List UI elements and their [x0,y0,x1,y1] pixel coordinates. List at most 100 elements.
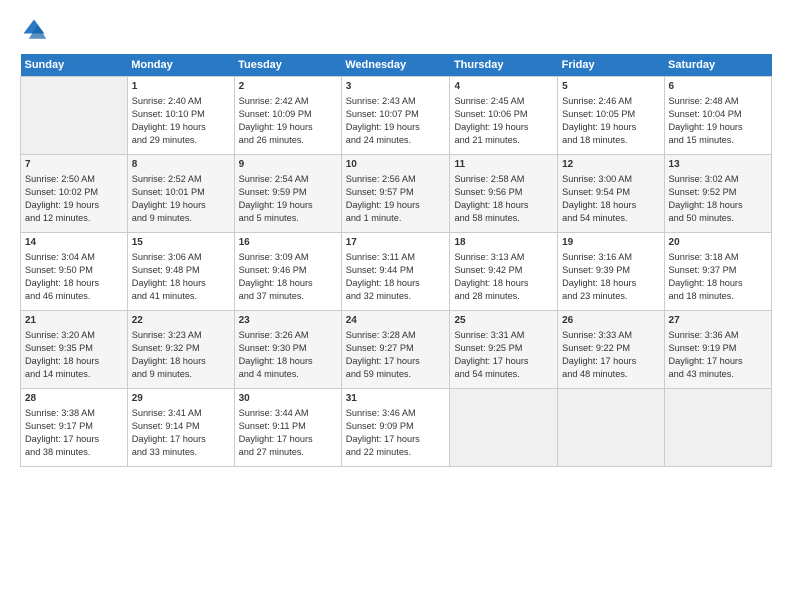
calendar-cell: 2Sunrise: 2:42 AMSunset: 10:09 PMDayligh… [234,77,341,155]
day-info: and 29 minutes. [132,134,230,147]
day-info: Daylight: 18 hours [132,355,230,368]
day-number: 25 [454,314,553,328]
col-header-tuesday: Tuesday [234,54,341,77]
day-info: Sunset: 9:19 PM [669,342,767,355]
day-info: Sunrise: 3:23 AM [132,329,230,342]
header [20,16,772,44]
calendar-cell [558,389,664,467]
day-info: Daylight: 18 hours [239,355,337,368]
day-info: Sunset: 9:46 PM [239,264,337,277]
day-info: Daylight: 18 hours [562,277,659,290]
day-info: and 18 minutes. [562,134,659,147]
day-number: 13 [669,158,767,172]
day-info: and 41 minutes. [132,290,230,303]
week-row-3: 14Sunrise: 3:04 AMSunset: 9:50 PMDayligh… [21,233,772,311]
day-info: Daylight: 18 hours [346,277,446,290]
day-number: 6 [669,80,767,94]
day-number: 15 [132,236,230,250]
day-number: 29 [132,392,230,406]
day-info: Daylight: 17 hours [454,355,553,368]
day-info: Daylight: 19 hours [239,121,337,134]
day-info: Sunset: 9:44 PM [346,264,446,277]
day-info: Daylight: 19 hours [132,121,230,134]
day-info: and 27 minutes. [239,446,337,459]
day-info: Sunset: 9:59 PM [239,186,337,199]
day-number: 28 [25,392,123,406]
day-info: Daylight: 17 hours [346,433,446,446]
day-number: 5 [562,80,659,94]
calendar-cell: 28Sunrise: 3:38 AMSunset: 9:17 PMDayligh… [21,389,128,467]
day-number: 31 [346,392,446,406]
day-number: 4 [454,80,553,94]
day-number: 22 [132,314,230,328]
day-info: Sunset: 9:11 PM [239,420,337,433]
day-info: and 59 minutes. [346,368,446,381]
day-number: 26 [562,314,659,328]
day-info: Daylight: 18 hours [562,199,659,212]
day-info: Sunrise: 3:09 AM [239,251,337,264]
day-info: and 37 minutes. [239,290,337,303]
day-info: Sunset: 9:42 PM [454,264,553,277]
day-number: 10 [346,158,446,172]
logo-icon [20,16,48,44]
day-info: Sunset: 9:50 PM [25,264,123,277]
day-info: Sunrise: 2:56 AM [346,173,446,186]
calendar-cell: 14Sunrise: 3:04 AMSunset: 9:50 PMDayligh… [21,233,128,311]
day-number: 3 [346,80,446,94]
day-info: Sunset: 10:05 PM [562,108,659,121]
day-info: Sunrise: 2:45 AM [454,95,553,108]
day-info: and 14 minutes. [25,368,123,381]
calendar-cell: 4Sunrise: 2:45 AMSunset: 10:06 PMDayligh… [450,77,558,155]
day-info: and 5 minutes. [239,212,337,225]
day-info: Daylight: 18 hours [25,355,123,368]
day-info: Sunrise: 3:33 AM [562,329,659,342]
calendar-cell: 19Sunrise: 3:16 AMSunset: 9:39 PMDayligh… [558,233,664,311]
day-info: Sunrise: 3:18 AM [669,251,767,264]
day-info: Sunset: 9:09 PM [346,420,446,433]
day-info: Sunrise: 3:28 AM [346,329,446,342]
day-info: and 9 minutes. [132,368,230,381]
day-info: Sunset: 10:10 PM [132,108,230,121]
day-info: Sunrise: 3:36 AM [669,329,767,342]
day-number: 30 [239,392,337,406]
calendar-cell: 20Sunrise: 3:18 AMSunset: 9:37 PMDayligh… [664,233,771,311]
col-header-monday: Monday [127,54,234,77]
day-info: Sunset: 9:35 PM [25,342,123,355]
day-number: 7 [25,158,123,172]
col-header-sunday: Sunday [21,54,128,77]
day-number: 1 [132,80,230,94]
calendar-cell: 29Sunrise: 3:41 AMSunset: 9:14 PMDayligh… [127,389,234,467]
day-info: Sunset: 10:07 PM [346,108,446,121]
day-info: Daylight: 19 hours [239,199,337,212]
day-info: Sunrise: 2:46 AM [562,95,659,108]
calendar-cell: 26Sunrise: 3:33 AMSunset: 9:22 PMDayligh… [558,311,664,389]
week-row-1: 1Sunrise: 2:40 AMSunset: 10:10 PMDayligh… [21,77,772,155]
logo [20,16,52,44]
day-info: and 18 minutes. [669,290,767,303]
day-info: Daylight: 19 hours [346,199,446,212]
calendar-cell: 31Sunrise: 3:46 AMSunset: 9:09 PMDayligh… [341,389,450,467]
calendar-cell: 24Sunrise: 3:28 AMSunset: 9:27 PMDayligh… [341,311,450,389]
day-info: Sunrise: 3:06 AM [132,251,230,264]
day-info: Sunrise: 2:43 AM [346,95,446,108]
calendar-cell [664,389,771,467]
day-info: Sunrise: 3:00 AM [562,173,659,186]
day-info: and 58 minutes. [454,212,553,225]
calendar-cell: 16Sunrise: 3:09 AMSunset: 9:46 PMDayligh… [234,233,341,311]
day-number: 9 [239,158,337,172]
calendar-cell: 8Sunrise: 2:52 AMSunset: 10:01 PMDayligh… [127,155,234,233]
col-header-thursday: Thursday [450,54,558,77]
day-info: Daylight: 19 hours [669,121,767,134]
calendar-cell: 27Sunrise: 3:36 AMSunset: 9:19 PMDayligh… [664,311,771,389]
day-info: and 26 minutes. [239,134,337,147]
day-info: Sunrise: 3:26 AM [239,329,337,342]
day-info: Daylight: 19 hours [25,199,123,212]
day-info: Sunrise: 3:41 AM [132,407,230,420]
day-info: Daylight: 18 hours [454,199,553,212]
day-info: and 4 minutes. [239,368,337,381]
calendar-cell: 23Sunrise: 3:26 AMSunset: 9:30 PMDayligh… [234,311,341,389]
day-info: Sunrise: 3:31 AM [454,329,553,342]
day-number: 20 [669,236,767,250]
day-info: and 9 minutes. [132,212,230,225]
header-row: SundayMondayTuesdayWednesdayThursdayFrid… [21,54,772,77]
